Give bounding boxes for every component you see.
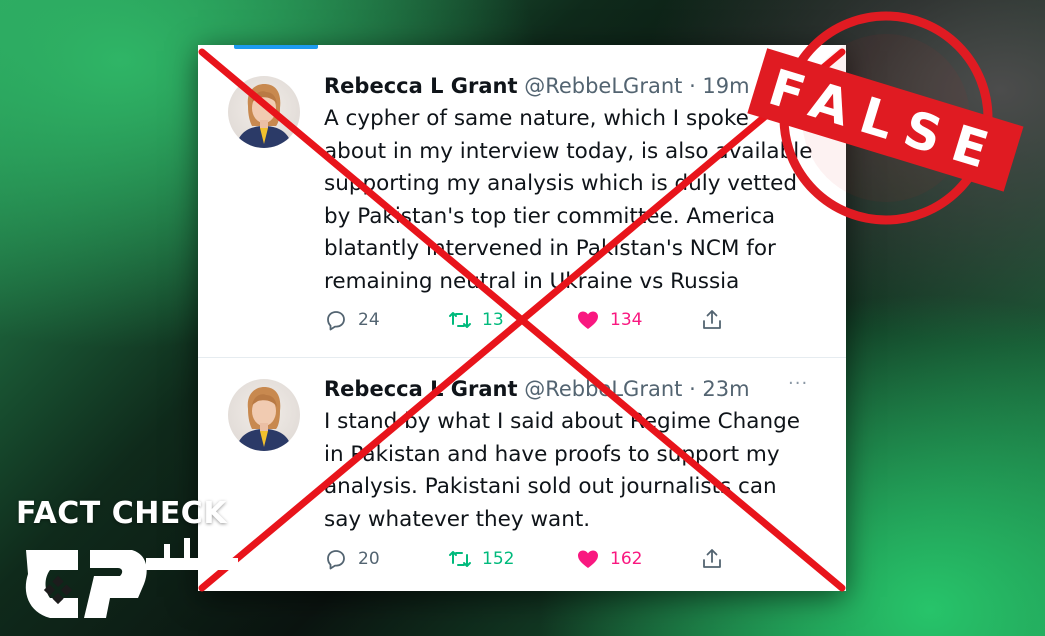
- tweet-text: I stand by what I said about Regime Chan…: [324, 406, 824, 536]
- tweet-header: Rebecca L Grant @RebbeLGrant · 23m: [324, 375, 750, 403]
- tweet-header: Rebecca L Grant @RebbeLGrant · 19m: [324, 72, 750, 100]
- like-button[interactable]: 162: [576, 547, 642, 571]
- tweet-actions: 24 13 134: [324, 308, 844, 338]
- reply-button[interactable]: 24: [324, 308, 380, 332]
- user-handle[interactable]: @RebbeLGrant: [524, 377, 682, 401]
- reply-count: 20: [358, 549, 380, 569]
- fact-check-title: FACT CHECK: [16, 496, 228, 531]
- reply-button[interactable]: 20: [324, 547, 380, 571]
- display-name[interactable]: Rebecca L Grant: [324, 74, 518, 98]
- more-options-icon[interactable]: ···: [788, 373, 808, 394]
- retweet-count: 13: [482, 310, 504, 330]
- tweet-text-line: analysis. Pakistani sold out journalists…: [324, 474, 777, 499]
- like-button[interactable]: 134: [576, 308, 642, 332]
- false-stamp: FALSE: [736, 8, 1036, 228]
- retweet-icon: [449, 312, 471, 328]
- retweet-button[interactable]: 13: [448, 308, 504, 332]
- tweet-actions: 20 152 162: [324, 547, 844, 577]
- share-icon: [703, 549, 721, 568]
- fact-check-logo: [25, 538, 238, 618]
- share-button[interactable]: [700, 308, 734, 332]
- reply-count: 24: [358, 310, 380, 330]
- tweet-text-line: in Pakistan and have proofs to support m…: [324, 441, 780, 467]
- reply-icon: [327, 550, 345, 570]
- heart-icon: [578, 550, 598, 568]
- tweet-text-line: I stand by what I said about Regime Chan…: [324, 409, 800, 434]
- share-button[interactable]: [700, 547, 734, 571]
- like-count: 134: [610, 310, 643, 330]
- retweet-button[interactable]: 152: [448, 547, 514, 571]
- tweet-time[interactable]: · 23m: [689, 377, 750, 401]
- retweet-icon: [449, 551, 471, 567]
- tweet-text-line: say whatever they want.: [324, 506, 591, 532]
- tweet-text-line: remaining neutral in Ukraine vs Russia: [324, 268, 740, 294]
- reply-icon: [327, 311, 345, 331]
- retweet-count: 152: [482, 549, 515, 569]
- share-icon: [703, 310, 721, 329]
- like-count: 162: [610, 549, 643, 569]
- avatar[interactable]: [228, 76, 300, 148]
- avatar[interactable]: [228, 379, 300, 451]
- heart-icon: [578, 311, 598, 329]
- user-handle[interactable]: @RebbeLGrant: [524, 74, 682, 98]
- display-name[interactable]: Rebecca L Grant: [324, 377, 518, 401]
- tweet-text-line: blatantly intervened in Pakistan's NCM f…: [324, 236, 776, 261]
- tweet[interactable]: Rebecca L Grant @RebbeLGrant · 23m ··· I…: [198, 359, 846, 591]
- tweet-divider: [198, 357, 846, 358]
